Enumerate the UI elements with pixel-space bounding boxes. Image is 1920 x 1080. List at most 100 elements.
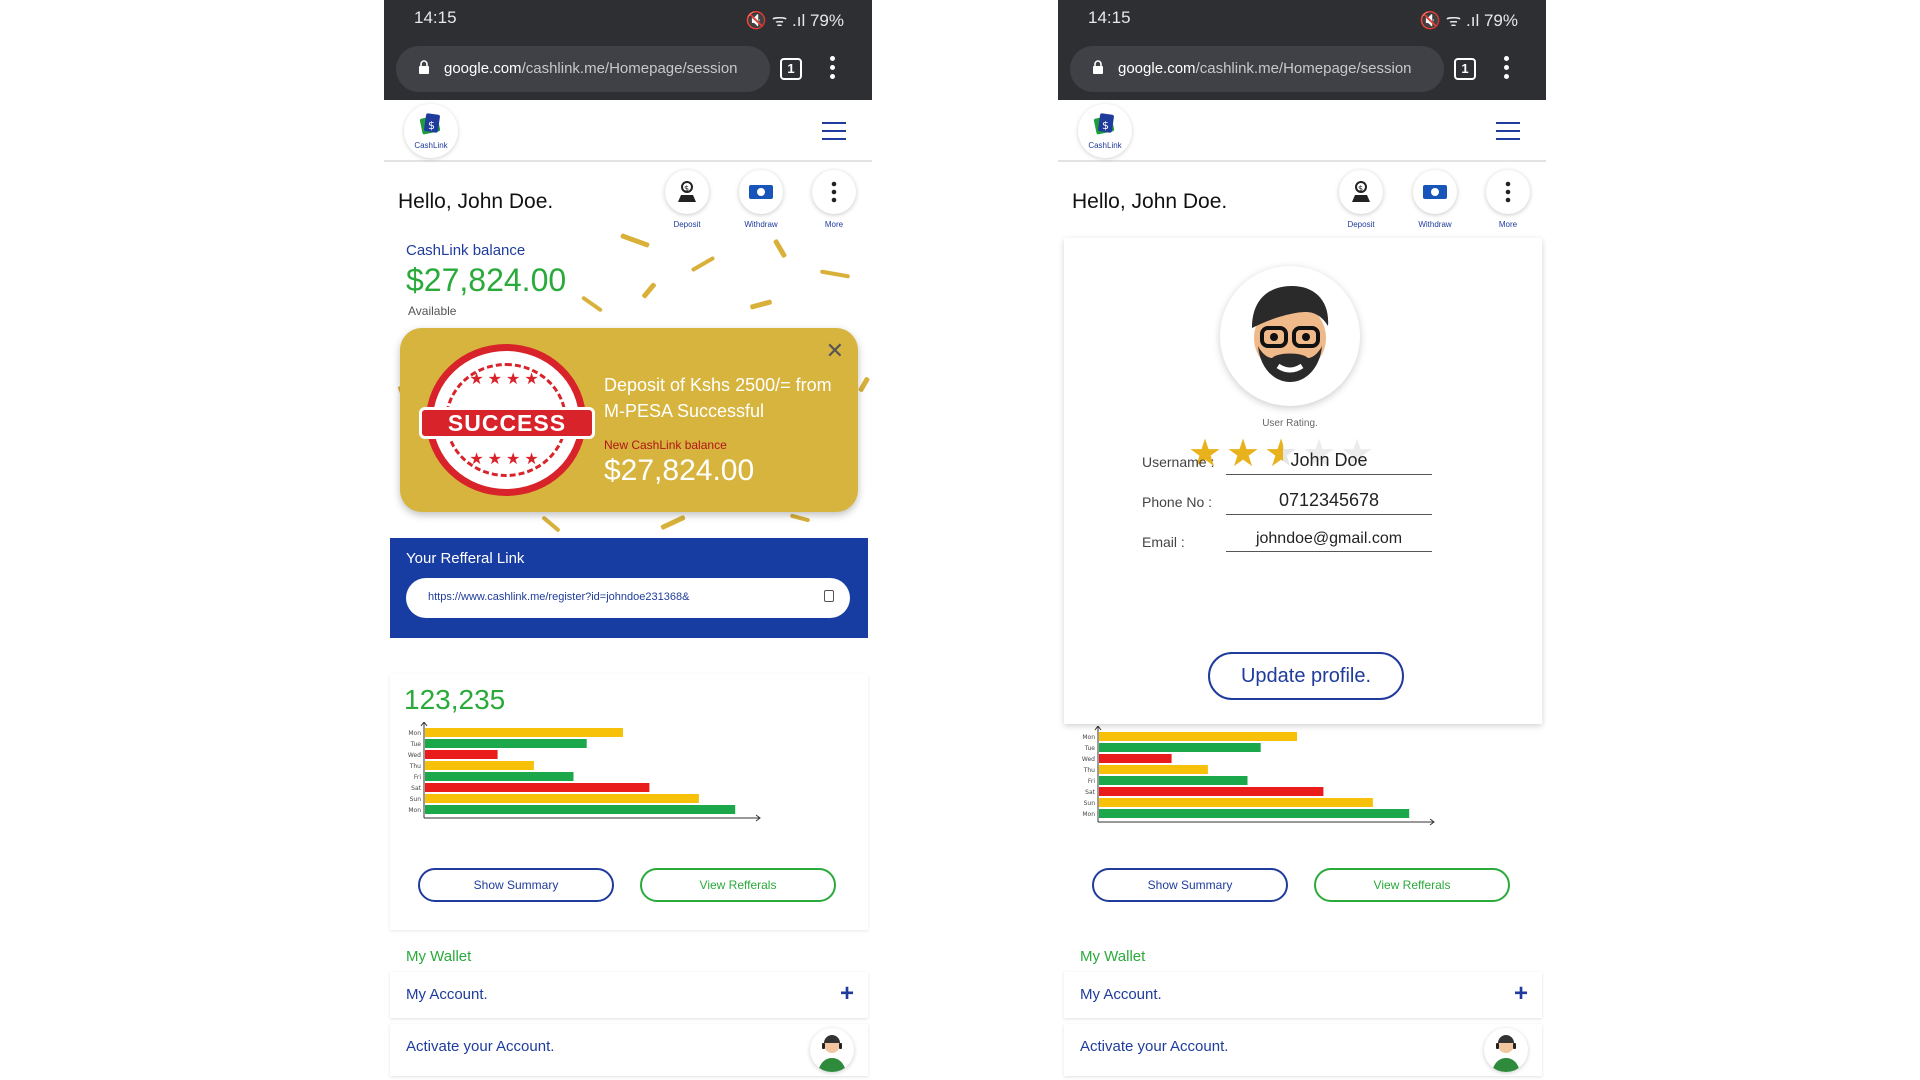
battery-percent: 79% [1483, 11, 1518, 30]
browser-toolbar: google.com/cashlink.me/Homepage/session … [384, 36, 872, 100]
support-agent-icon[interactable] [810, 1028, 854, 1072]
email-field[interactable]: johndoe@gmail.com [1226, 530, 1432, 552]
more-button[interactable]: More [1483, 170, 1533, 229]
stamp-stars-top: ★★★★ [469, 371, 543, 388]
close-icon[interactable]: ✕ [826, 338, 844, 364]
status-time: 14:15 [1088, 8, 1131, 27]
deposit-label: Deposit [1347, 220, 1375, 229]
show-summary-button[interactable]: Show Summary [1092, 868, 1288, 902]
greeting: Hello, John Doe. [398, 190, 554, 213]
status-icons: 🔇 ᯤ .ıl [1419, 11, 1480, 30]
bar-wed-2 [425, 750, 498, 759]
referral-title: Your Refferal Link [406, 550, 525, 567]
bar-fri-4 [425, 772, 574, 781]
lock-icon [1093, 60, 1103, 74]
tick-label-thu-3: Thu [1083, 767, 1095, 774]
view-referrals-button[interactable]: View Refferals [1314, 868, 1510, 902]
stats-card: 123,235 Mon Tue Wed Thu Fri Sat Sun Mon Show Su… [390, 674, 868, 930]
new-balance-amount: $27,824.00 [604, 454, 755, 487]
update-profile-button[interactable]: Update profile. [1208, 652, 1404, 700]
more-vertical-icon [1505, 181, 1511, 203]
activate-account-row[interactable]: Activate your Account. [390, 1024, 868, 1076]
menu-hamburger-icon[interactable] [1496, 122, 1520, 140]
wallet-logo-icon: $ [1093, 113, 1115, 135]
stats-total: 123,235 [404, 684, 506, 715]
confetti-piece [581, 295, 603, 313]
plus-icon[interactable]: + [840, 980, 854, 1008]
tick-label-thu-3: Thu [409, 763, 421, 770]
weekly-bar-chart: Mon Tue Wed Thu Fri Sat Sun Mon [408, 722, 761, 822]
svg-text:$: $ [428, 119, 435, 132]
deposit-button[interactable]: $ Deposit [1336, 170, 1386, 229]
user-avatar[interactable] [1220, 266, 1360, 406]
app-header: $ CashLink [1058, 100, 1546, 162]
status-icons: 🔇 ᯤ .ıl [745, 11, 806, 30]
bar-tue-1 [1099, 743, 1261, 752]
tick-label-sun-6: Sun [1084, 800, 1096, 807]
tab-switcher-button[interactable]: 1 [1454, 58, 1476, 80]
tick-label-mon-0: Mon [408, 730, 421, 737]
cashlink-logo[interactable]: $ CashLink [1078, 104, 1132, 158]
my-account-label: My Account. [406, 986, 488, 1003]
plus-icon[interactable]: + [1514, 980, 1528, 1008]
bar-fri-4 [1099, 776, 1248, 785]
url-host: google.com [444, 60, 522, 77]
browser-toolbar: google.com/cashlink.me/Homepage/session … [1058, 36, 1546, 100]
app-header: $ CashLink [384, 100, 872, 162]
tab-switcher-button[interactable]: 1 [780, 58, 802, 80]
bar-thu-3 [425, 761, 534, 770]
copy-icon[interactable] [824, 590, 834, 602]
more-vertical-icon [831, 181, 837, 203]
address-bar[interactable]: google.com/cashlink.me/Homepage/session [1070, 46, 1444, 92]
balance-label: CashLink balance [406, 242, 526, 259]
status-time: 14:15 [414, 8, 457, 27]
address-bar[interactable]: google.com/cashlink.me/Homepage/session [396, 46, 770, 92]
confetti-piece [660, 514, 686, 531]
my-account-row[interactable]: My Account. + [390, 972, 868, 1018]
bar-mon-0 [425, 728, 623, 737]
greeting: Hello, John Doe. [1072, 190, 1228, 213]
username-field[interactable]: John Doe [1226, 450, 1432, 475]
status-battery: 🔇 ᯤ .ıl 79% [746, 8, 844, 31]
balance-card: CashLink balance $27,824.00 Available ✕ … [390, 232, 870, 532]
stamp-text: SUCCESS [419, 407, 595, 439]
browser-menu-icon[interactable] [1504, 56, 1510, 82]
success-dialog: ✕ ★★★★ ★★★★ SUCCESS Deposit of Kshs 2500… [400, 328, 858, 512]
balance-amount: $27,824.00 [406, 262, 567, 298]
wallet-title: My Wallet [406, 948, 472, 965]
withdraw-button[interactable]: Withdraw [736, 170, 786, 229]
stamp-stars-bottom: ★★★★ [469, 451, 543, 468]
tick-label-sat-5: Sat [1085, 789, 1095, 796]
memoji-avatar-icon [1252, 286, 1329, 382]
my-account-label: My Account. [1080, 986, 1162, 1003]
bar-wed-2 [1099, 754, 1172, 763]
more-label: More [1498, 220, 1518, 229]
username-label: Username : [1142, 454, 1215, 470]
confetti-piece [641, 281, 657, 300]
tick-label-tue-1: Tue [1084, 745, 1096, 752]
confetti-piece [857, 376, 870, 393]
view-referrals-button[interactable]: View Refferals [640, 868, 836, 902]
activate-account-row[interactable]: Activate your Account. [1064, 1024, 1542, 1076]
deposit-button[interactable]: $ Deposit [662, 170, 712, 229]
confetti-piece [690, 255, 716, 273]
menu-hamburger-icon[interactable] [822, 122, 846, 140]
activate-account-label: Activate your Account. [406, 1038, 555, 1055]
show-summary-button[interactable]: Show Summary [418, 868, 614, 902]
battery-percent: 79% [809, 11, 844, 30]
bar-mon-7 [1099, 809, 1410, 818]
browser-menu-icon[interactable] [830, 56, 836, 82]
withdraw-button[interactable]: Withdraw [1410, 170, 1460, 229]
url-text: google.com/cashlink.me/Homepage/session [444, 60, 738, 77]
referral-link-field[interactable]: https://www.cashlink.me/register?id=john… [406, 578, 850, 618]
url-text: google.com/cashlink.me/Homepage/session [1118, 60, 1412, 77]
tick-label-sun-6: Sun [410, 796, 422, 803]
status-bar: 14:15 🔇 ᯤ .ıl 79% [384, 0, 872, 36]
more-button[interactable]: More [809, 170, 859, 229]
cashlink-logo[interactable]: $ CashLink [404, 104, 458, 158]
bar-sun-6 [425, 794, 699, 803]
phone-field[interactable]: 0712345678 [1226, 490, 1432, 515]
my-account-row[interactable]: My Account. + [1064, 972, 1542, 1018]
support-agent-icon[interactable] [1484, 1028, 1528, 1072]
status-battery: 🔇 ᯤ .ıl 79% [1420, 8, 1518, 31]
